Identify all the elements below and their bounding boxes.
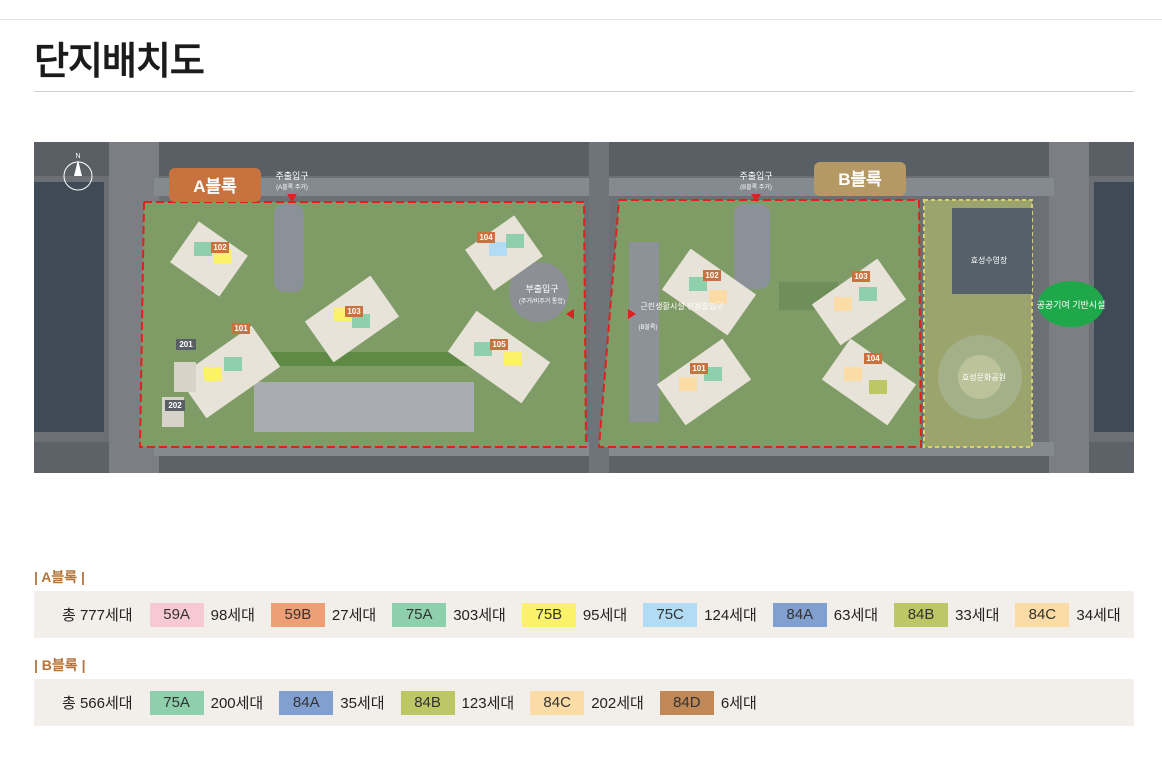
- unit-type-chip: 84C: [1015, 602, 1070, 627]
- block-a-heading: | A블록 |: [34, 569, 85, 585]
- public-facility-badge: 공공기여 기반시설: [1037, 299, 1106, 310]
- unit-count: 6세대: [720, 695, 757, 712]
- building-tag: 103: [347, 307, 361, 316]
- block-b-total: 총 566세대: [62, 695, 133, 712]
- building-tag: 105: [492, 340, 506, 349]
- unit-type-chip: 59B: [270, 602, 325, 627]
- building-tag: 103: [854, 272, 868, 281]
- unit-count: 124세대: [704, 607, 757, 624]
- unit-count: 200세대: [210, 695, 264, 712]
- building-tag: 102: [705, 271, 719, 280]
- b-main-entrance-label: 주출입구: [739, 170, 772, 181]
- legend-item: 84C 202세대: [530, 690, 644, 715]
- building-tag: 201: [179, 340, 193, 349]
- site-plan-svg: 102 104 103 101 105 201 202 102 103 101 …: [34, 142, 1134, 473]
- legend-item: 75C 124세대: [643, 602, 757, 627]
- unit-type-chip: 75C: [643, 602, 698, 627]
- a-main-entrance-label: 주출입구: [275, 170, 308, 181]
- unit-count: 303세대: [453, 607, 506, 624]
- block-b-label: B블록: [838, 170, 882, 189]
- b-sub-entrance-sub: (B블록): [638, 324, 657, 331]
- legend-item: 84B 33세대: [894, 602, 1000, 627]
- legend-item: 75A 200세대: [149, 690, 264, 715]
- unit-count: 33세대: [955, 607, 1000, 624]
- a-sub-entrance-label: 부출입구: [525, 283, 558, 294]
- b-sub-entrance-label: 근린생활시설 전용출입구: [640, 301, 723, 311]
- legend-item: 84A 35세대: [279, 690, 385, 715]
- legend-item: 84D 6세대: [659, 690, 757, 715]
- block-b-legend: 총 566세대 75A 200세대 84A 35세대 84B 123세대 84C 202…: [34, 679, 1134, 726]
- unit-type-chip: 84B: [400, 690, 455, 715]
- a-sub-entrance-sub: (주거/비주거 통합): [519, 297, 565, 305]
- block-a-legend: 총 777세대 59A 98세대 59B 27세대 75A 303세대 75B 95세대…: [34, 591, 1134, 638]
- park-label: 효성문화공원: [962, 373, 1006, 382]
- nav-item[interactable]: [290, 0, 294, 7]
- unit-type-chip: 84A: [772, 602, 827, 627]
- unit-count: 27세대: [331, 607, 377, 624]
- unit-count: 202세대: [591, 695, 644, 712]
- legend-item: 75B 95세대: [521, 602, 628, 627]
- building-tag: 101: [692, 364, 706, 373]
- building-tag: 202: [168, 401, 182, 410]
- legend-item: 59B 27세대: [270, 602, 377, 627]
- unit-type-chip: 59A: [149, 602, 204, 627]
- unit-count: 95세대: [582, 607, 628, 624]
- site-plan-map: 102 104 103 101 105 201 202 102 103 101 …: [34, 142, 1134, 473]
- building-tag: 104: [479, 233, 493, 242]
- unit-type-chip: 75B: [521, 602, 576, 627]
- block-a-total: 총 777세대: [62, 607, 133, 624]
- unit-type-chip: 75A: [149, 690, 204, 715]
- unit-type-chip: 84A: [279, 690, 334, 715]
- unit-count: 63세대: [833, 607, 879, 624]
- unit-count: 98세대: [210, 607, 255, 624]
- unit-type-chip: 75A: [392, 602, 447, 627]
- legend-item: 59A 98세대: [149, 602, 255, 627]
- legend-item: 84A 63세대: [772, 602, 879, 627]
- legend-item: 75A 303세대: [392, 602, 506, 627]
- svg-text:N: N: [75, 153, 80, 160]
- a-main-entrance-sub: (A블록 주거): [276, 183, 308, 191]
- unit-type-chip: 84B: [894, 602, 949, 627]
- building-tag: 104: [866, 354, 880, 363]
- legend-item: 84C 34세대: [1015, 602, 1121, 627]
- block-a-label: A블록: [193, 177, 237, 196]
- stadium-label: 효성수영장: [971, 255, 1008, 265]
- page-title: 단지배치도: [34, 41, 205, 83]
- block-b-heading: | B블록 |: [34, 657, 86, 673]
- unit-count: 34세대: [1076, 607, 1121, 624]
- legend-item: 84B 123세대: [400, 690, 515, 715]
- title-divider: [34, 91, 1134, 92]
- unit-type-chip: 84C: [530, 690, 585, 715]
- building-tag: 102: [213, 243, 227, 252]
- top-navigation: [0, 0, 1162, 20]
- b-main-entrance-sub: (B블록 주거): [740, 183, 772, 191]
- unit-type-chip: 84D: [659, 690, 714, 715]
- unit-count: 35세대: [340, 695, 385, 712]
- building-tag: 101: [234, 324, 248, 333]
- unit-count: 123세대: [461, 695, 515, 712]
